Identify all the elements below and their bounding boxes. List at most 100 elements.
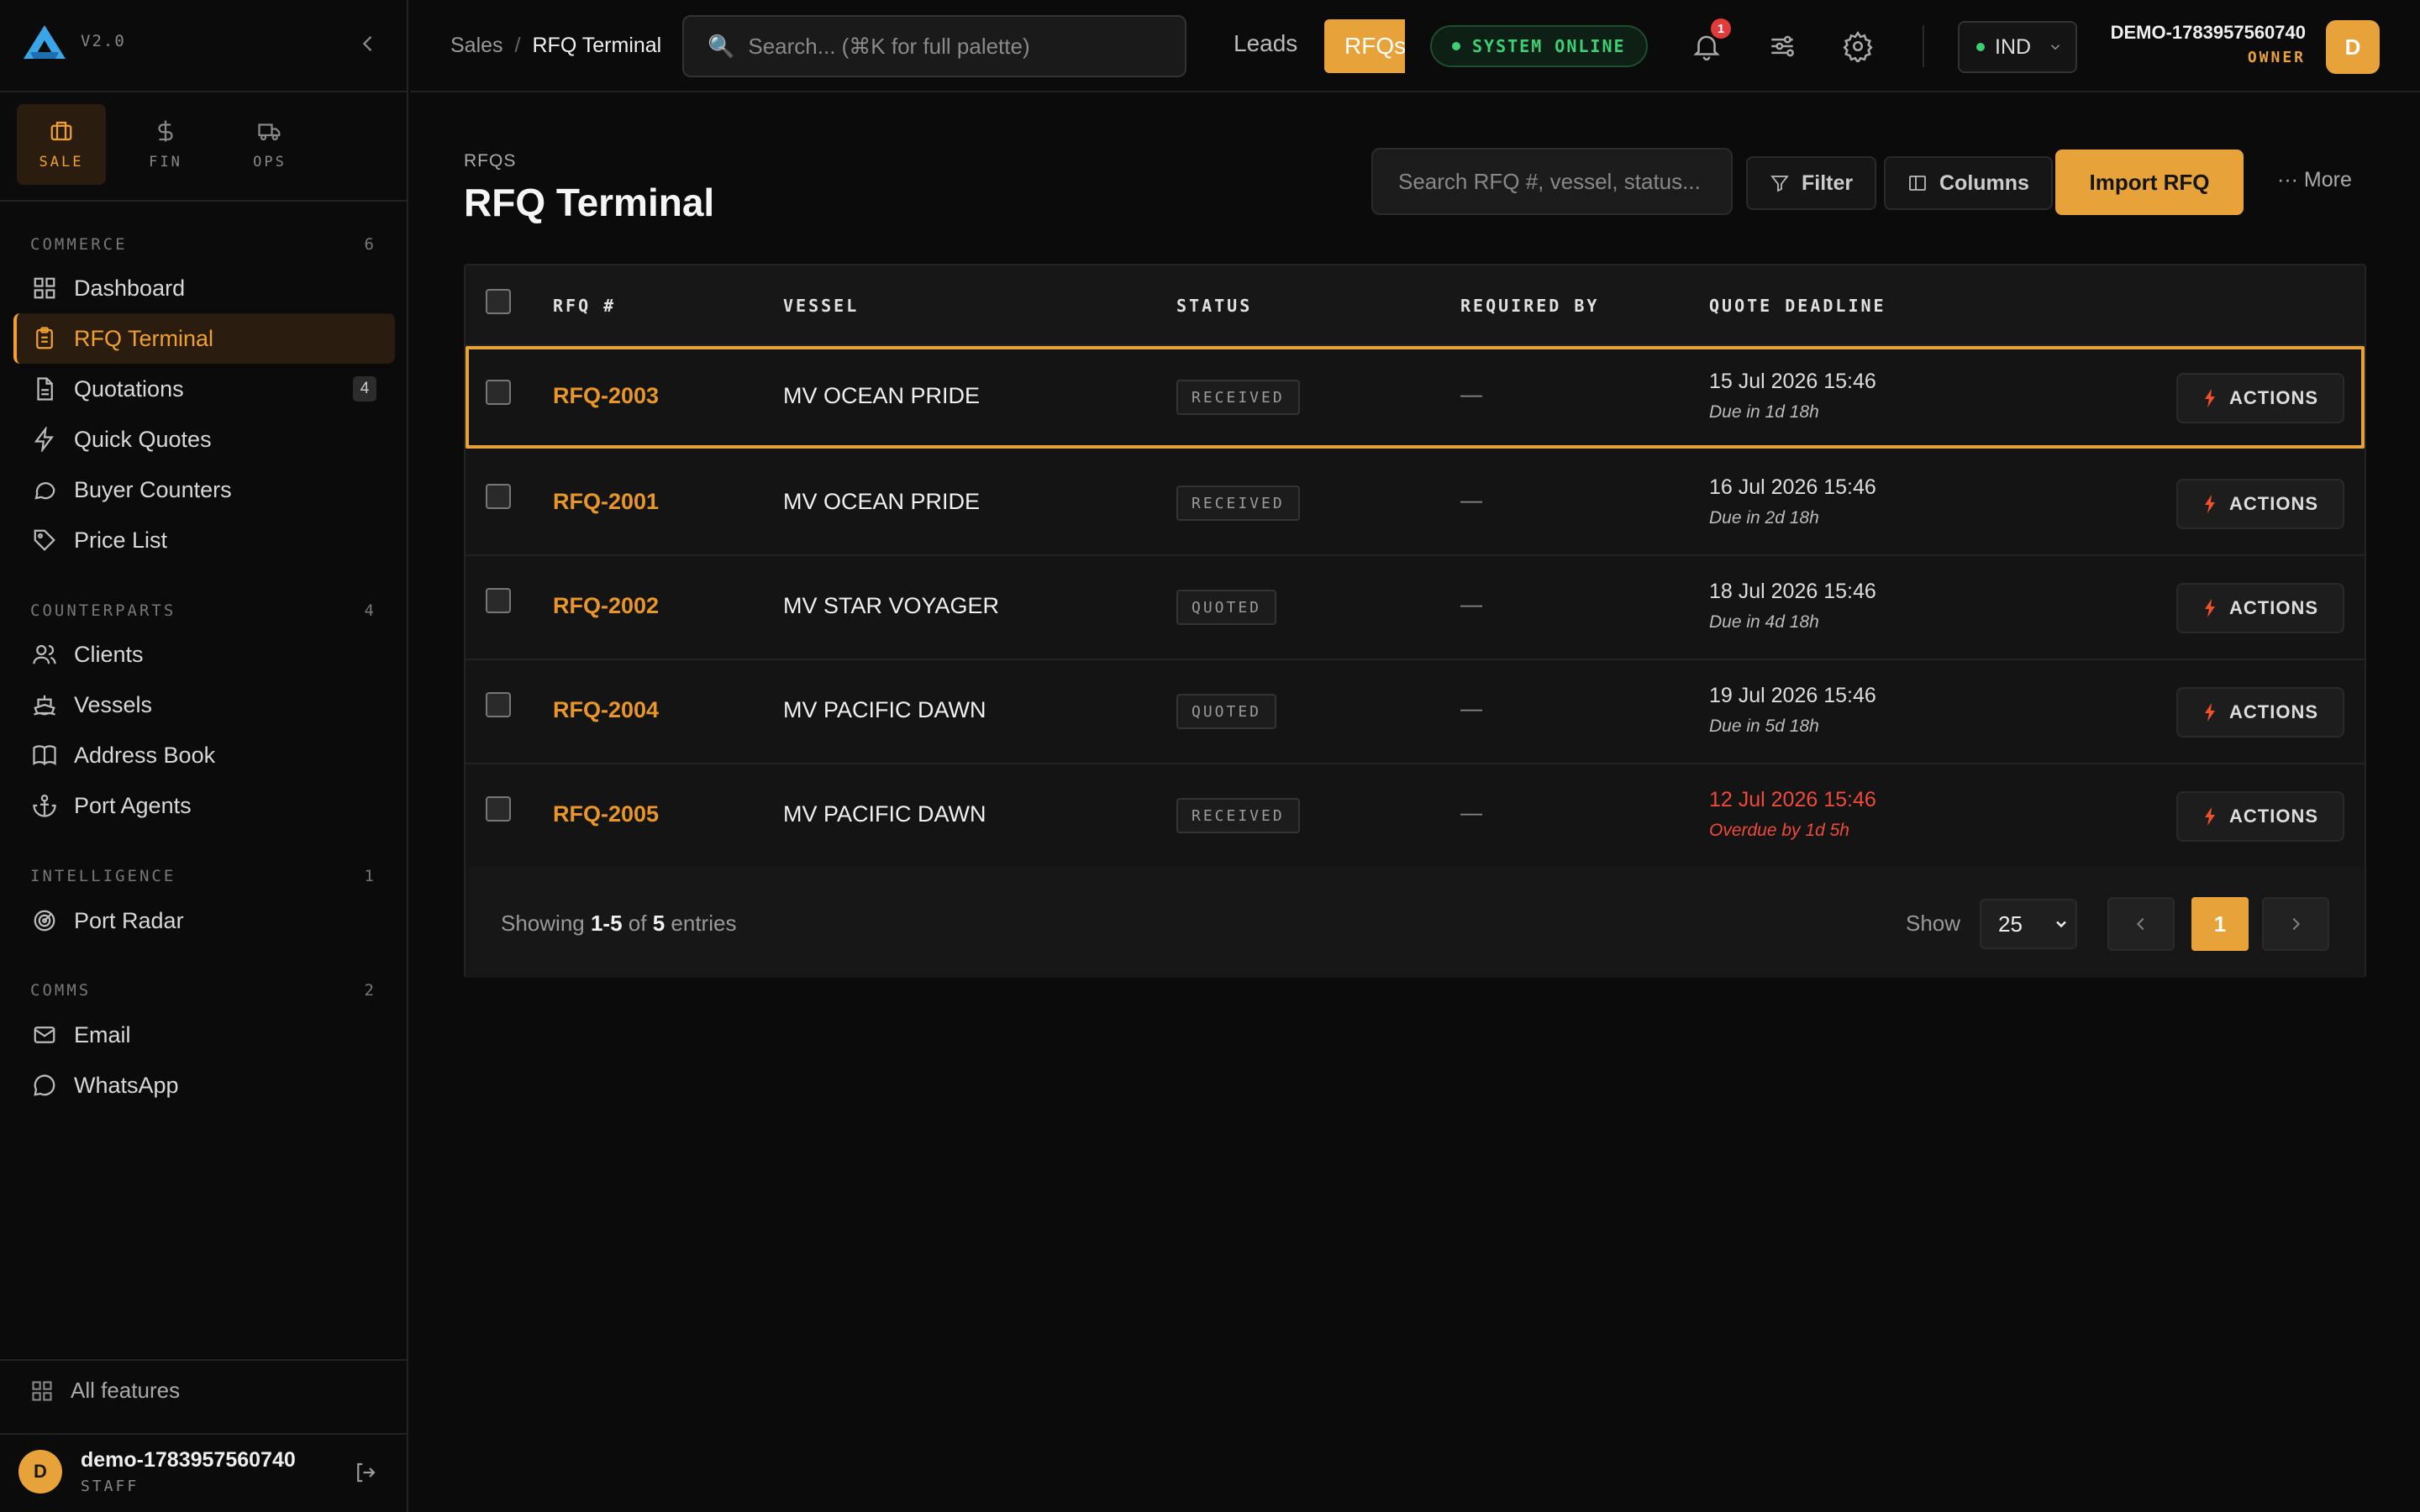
sidebar-item-quick-quotes[interactable]: Quick Quotes: [13, 414, 395, 465]
sidebar-item-port-agents[interactable]: Port Agents: [13, 780, 395, 831]
sidebar-item-rfq-terminal[interactable]: RFQ Terminal: [13, 313, 395, 364]
section-title: COMMS: [30, 981, 92, 1000]
sidebar-item-buyer-counters[interactable]: Buyer Counters: [13, 465, 395, 515]
sidebar-item-label: RFQ Terminal: [74, 325, 214, 351]
sidebar-item-label: Clients: [74, 641, 144, 667]
sidebar-item-clients[interactable]: Clients: [13, 629, 395, 680]
column-header-quote-deadline[interactable]: QUOTE DEADLINE: [1709, 296, 1886, 316]
sidebar-item-label: Address Book: [74, 742, 216, 768]
mode-fin[interactable]: FIN: [121, 104, 210, 185]
page-eyebrow: RFQS: [464, 151, 517, 171]
row-checkbox[interactable]: [486, 796, 511, 822]
mode-label: FIN: [149, 154, 182, 171]
page-title: RFQ Terminal: [464, 181, 715, 224]
sidebar-item-address-book[interactable]: Address Book: [13, 730, 395, 780]
row-checkbox[interactable]: [486, 692, 511, 717]
sidebar-item-label: Price List: [74, 527, 168, 553]
region-select[interactable]: IND: [1958, 21, 2077, 73]
avatar[interactable]: D: [2326, 20, 2380, 74]
logo-icon[interactable]: [22, 24, 67, 60]
actions-button[interactable]: ACTIONS: [2176, 583, 2344, 633]
actions-button[interactable]: ACTIONS: [2176, 373, 2344, 423]
rfq-search[interactable]: [1371, 148, 1733, 215]
account-info[interactable]: DEMO-1783957560740 OWNER: [2111, 22, 2306, 66]
columns-button[interactable]: Columns: [1884, 156, 2053, 210]
sliders-icon[interactable]: [1766, 30, 1798, 62]
select-all-checkbox[interactable]: [486, 289, 511, 314]
sidebar-item-whatsapp[interactable]: WhatsApp: [13, 1060, 395, 1110]
column-header-status[interactable]: STATUS: [1176, 296, 1252, 316]
sidebar-item-port-radar[interactable]: Port Radar: [13, 895, 395, 946]
sidebar: V2.0 SALE FIN OPS COMMERCE 6 Dashboard R…: [0, 0, 408, 1512]
app-version: V2.0: [81, 32, 126, 50]
nav-rfqs[interactable]: RFQs: [1324, 19, 1405, 73]
rfq-id-link[interactable]: RFQ-2002: [553, 593, 659, 619]
user-role: STAFF: [81, 1478, 139, 1495]
row-checkbox[interactable]: [486, 484, 511, 509]
status-badge: RECEIVED: [1176, 486, 1300, 521]
section-count: 2: [364, 981, 376, 1000]
mode-sale[interactable]: SALE: [17, 104, 106, 185]
rfq-id-link[interactable]: RFQ-2005: [553, 801, 659, 827]
mode-ops[interactable]: OPS: [225, 104, 314, 185]
rfq-id-link[interactable]: RFQ-2003: [553, 383, 659, 409]
table-row[interactable]: RFQ-2003 MV OCEAN PRIDE RECEIVED — 15 Ju…: [466, 346, 2365, 449]
vessel-name: MV OCEAN PRIDE: [783, 383, 981, 408]
sidebar-item-price-list[interactable]: Price List: [13, 515, 395, 565]
showing-of: of: [628, 911, 647, 936]
chevron-right-icon: [2292, 917, 2300, 931]
breadcrumb-sales[interactable]: Sales: [450, 34, 503, 58]
deadline-date: 18 Jul 2026 15:46: [1709, 580, 1876, 603]
row-checkbox[interactable]: [486, 588, 511, 613]
table-row[interactable]: RFQ-2002 MV STAR VOYAGER QUOTED — 18 Jul…: [466, 556, 2365, 660]
rfq-id-link[interactable]: RFQ-2004: [553, 697, 659, 723]
actions-button[interactable]: ACTIONS: [2176, 687, 2344, 738]
next-page-button[interactable]: [2262, 897, 2329, 951]
sidebar-item-label: Email: [74, 1021, 131, 1047]
collapse-sidebar-icon[interactable]: [356, 32, 380, 55]
deadline-date: 16 Jul 2026 15:46: [1709, 475, 1876, 499]
actions-label: ACTIONS: [2229, 701, 2318, 722]
ship-icon: [34, 695, 55, 716]
search-icon: 🔍: [708, 33, 735, 59]
logout-icon[interactable]: [353, 1460, 378, 1485]
sidebar-item-dashboard[interactable]: Dashboard: [13, 263, 395, 313]
page-size-select[interactable]: 25: [1980, 899, 2077, 949]
global-search[interactable]: 🔍: [682, 15, 1186, 77]
table-row[interactable]: RFQ-2004 MV PACIFIC DAWN QUOTED — 19 Jul…: [466, 660, 2365, 764]
more-button[interactable]: ··· More: [2277, 168, 2352, 192]
grid-icon: [32, 1380, 52, 1401]
prev-page-button[interactable]: [2107, 897, 2175, 951]
table-row[interactable]: RFQ-2005 MV PACIFIC DAWN RECEIVED — 12 J…: [466, 764, 2365, 869]
sidebar-item-quotations[interactable]: Quotations 4: [13, 364, 395, 414]
sidebar-item-label: WhatsApp: [74, 1072, 179, 1098]
import-rfq-button[interactable]: Import RFQ: [2055, 150, 2244, 215]
dollar-icon: [158, 120, 173, 142]
rfq-search-input[interactable]: [1398, 168, 1718, 195]
column-header-rfq[interactable]: RFQ #: [553, 296, 616, 316]
gear-icon[interactable]: [1842, 30, 1874, 62]
chat-icon: [34, 482, 55, 500]
sidebar-item-label: Vessels: [74, 691, 153, 717]
actions-button[interactable]: ACTIONS: [2176, 791, 2344, 842]
chevron-down-icon: [2056, 921, 2066, 928]
rfq-id-link[interactable]: RFQ-2001: [553, 489, 659, 515]
sidebar-user[interactable]: D demo-1783957560740 STAFF: [18, 1448, 296, 1495]
sidebar-item-email[interactable]: Email: [13, 1010, 395, 1060]
bolt-icon: [34, 427, 54, 452]
row-checkbox[interactable]: [486, 380, 511, 405]
briefcase-icon: [50, 121, 72, 141]
users-icon: [33, 644, 56, 664]
deadline-date: 15 Jul 2026 15:46: [1709, 370, 1876, 393]
sidebar-item-label: Dashboard: [74, 275, 186, 301]
column-header-vessel[interactable]: VESSEL: [783, 296, 859, 316]
nav-leads[interactable]: Leads: [1234, 30, 1297, 57]
column-header-required-by[interactable]: REQUIRED BY: [1460, 296, 1599, 316]
global-search-input[interactable]: [748, 33, 1169, 60]
actions-button[interactable]: ACTIONS: [2176, 479, 2344, 529]
all-features-link[interactable]: All features: [30, 1378, 180, 1404]
sidebar-item-vessels[interactable]: Vessels: [13, 680, 395, 730]
table-row[interactable]: RFQ-2001 MV OCEAN PRIDE RECEIVED — 16 Ju…: [466, 452, 2365, 556]
filter-button[interactable]: Filter: [1746, 156, 1877, 210]
current-page-button[interactable]: 1: [2191, 897, 2249, 951]
